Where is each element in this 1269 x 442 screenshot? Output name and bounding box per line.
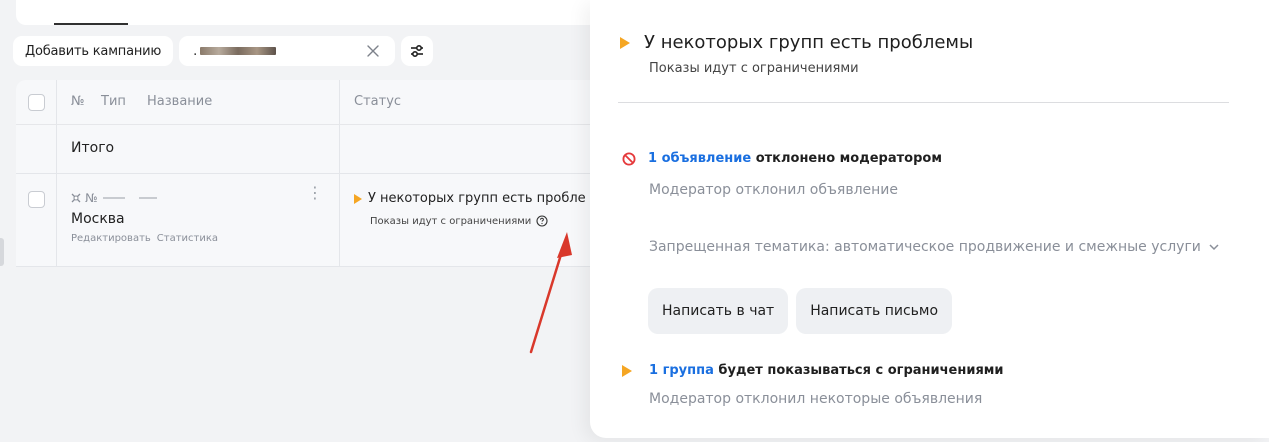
campaign-name[interactable]: Москва bbox=[71, 211, 125, 227]
header-name[interactable]: Название bbox=[147, 94, 212, 109]
ban-icon bbox=[622, 152, 636, 165]
rejection-reason: Модератор отклонил объявление bbox=[649, 182, 898, 198]
warning-triangle-icon bbox=[620, 36, 630, 49]
search-input[interactable]: . bbox=[179, 36, 396, 66]
tabs-bar bbox=[16, 0, 616, 25]
redacted-id bbox=[103, 197, 126, 199]
kebab-menu-icon[interactable]: ⋮ bbox=[307, 185, 323, 201]
status-popup: У некоторых групп есть проблемы Показы и… bbox=[590, 0, 1269, 438]
total-row: Итого bbox=[16, 125, 616, 174]
rejected-ad-link[interactable]: 1 объявление bbox=[648, 151, 751, 166]
scroll-edge bbox=[0, 238, 4, 266]
edit-link[interactable]: Редактировать bbox=[71, 233, 151, 244]
filter-button[interactable] bbox=[401, 36, 434, 66]
rejection-detail[interactable]: Запрещенная тематика: автоматическое про… bbox=[649, 234, 1229, 260]
table-header-row: № Тип Название Статус bbox=[16, 80, 616, 125]
limited-group-text: будет показываться с ограничениями bbox=[718, 363, 1004, 378]
redacted-id-2 bbox=[139, 197, 158, 199]
chevron-down-icon[interactable] bbox=[1209, 243, 1219, 251]
active-tab-indicator bbox=[54, 23, 128, 25]
help-icon[interactable] bbox=[536, 215, 548, 227]
support-buttons: Написать в чат Написать письмо bbox=[648, 288, 953, 334]
header-type[interactable]: Тип bbox=[101, 94, 126, 109]
row-checkbox[interactable] bbox=[28, 191, 45, 208]
rejected-ad-text: отклонено модератором bbox=[755, 151, 942, 166]
table-row: № Москва Редактировать Статистика ⋮ У не… bbox=[16, 174, 616, 267]
search-value: . bbox=[193, 44, 277, 59]
popup-title: У некоторых групп есть проблемы bbox=[644, 32, 974, 53]
stats-link[interactable]: Статистика bbox=[157, 233, 218, 244]
warning-triangle-icon bbox=[622, 364, 632, 377]
limited-group-link[interactable]: 1 группа bbox=[649, 363, 714, 378]
divider bbox=[618, 102, 1229, 103]
status-title[interactable]: У некоторых групп есть пробле bbox=[354, 191, 586, 206]
popup-header: У некоторых групп есть проблемы bbox=[620, 32, 973, 53]
clear-icon[interactable] bbox=[365, 43, 381, 59]
issue-rejected-ad: 1 объявление отклонено модератором bbox=[622, 151, 942, 166]
campaign-links: Редактировать Статистика bbox=[71, 233, 218, 244]
warning-triangle-icon bbox=[354, 193, 362, 204]
campaign-id: № bbox=[71, 191, 158, 205]
select-all-checkbox[interactable] bbox=[28, 94, 45, 111]
status-subtitle: Показы идут с ограничениями bbox=[370, 215, 548, 227]
redacted-search-text bbox=[200, 47, 277, 55]
campaign-type-icon bbox=[71, 193, 81, 203]
header-number[interactable]: № bbox=[71, 94, 85, 109]
write-email-button[interactable]: Написать письмо bbox=[796, 288, 953, 334]
limited-group-reason: Модератор отклонил некоторые объявления bbox=[649, 391, 983, 407]
write-chat-button[interactable]: Написать в чат bbox=[648, 288, 789, 334]
filter-icon bbox=[411, 44, 424, 58]
add-campaign-button[interactable]: Добавить кампанию bbox=[13, 36, 174, 66]
toolbar: Добавить кампанию . bbox=[13, 35, 434, 67]
total-label: Итого bbox=[71, 140, 115, 156]
issue-limited-group: 1 группа будет показываться с ограничени… bbox=[622, 363, 1004, 378]
popup-subtitle: Показы идут с ограничениями bbox=[649, 61, 859, 76]
campaign-table: № Тип Название Статус Итого № Москва Ред… bbox=[16, 80, 616, 267]
header-status[interactable]: Статус bbox=[354, 94, 401, 109]
